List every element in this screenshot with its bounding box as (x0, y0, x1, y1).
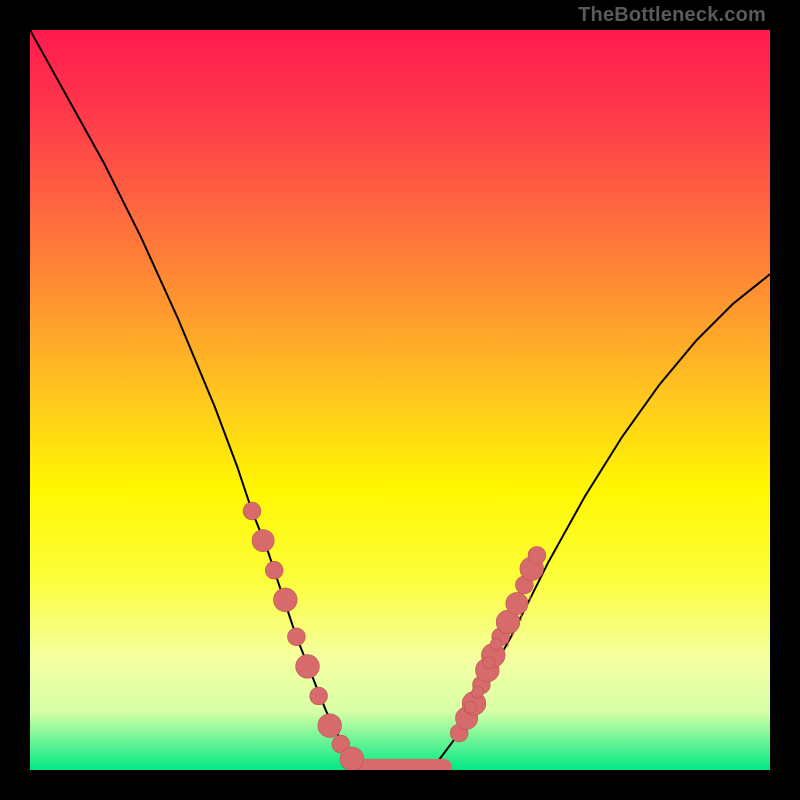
data-marker (265, 561, 283, 579)
data-marker (243, 502, 261, 520)
chart-svg (30, 30, 770, 770)
plot-area (30, 30, 770, 770)
data-marker (310, 687, 328, 705)
watermark-text: TheBottleneck.com (578, 4, 766, 27)
data-marker (288, 628, 306, 646)
bottleneck-curve (30, 30, 770, 770)
flat-bottom-band (356, 759, 452, 770)
data-marker (490, 638, 502, 650)
chart-frame: TheBottleneck.com (0, 0, 800, 800)
data-marker (483, 657, 495, 669)
data-marker (506, 592, 528, 614)
data-marker (318, 714, 342, 738)
data-marker (340, 747, 364, 770)
data-marker (252, 530, 274, 552)
data-marker (464, 701, 476, 713)
data-marker (273, 588, 297, 612)
data-marker (472, 686, 484, 698)
data-marker (528, 547, 546, 565)
data-marker (296, 655, 320, 679)
